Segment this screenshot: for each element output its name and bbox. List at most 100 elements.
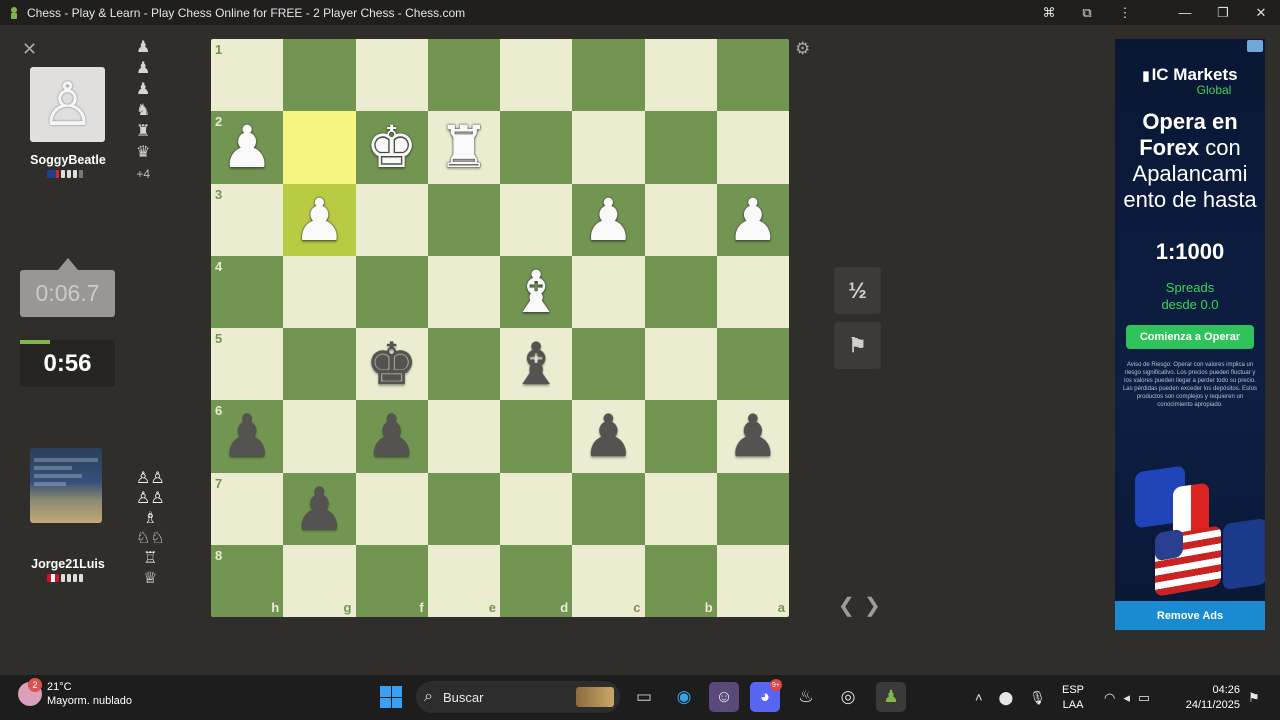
chess-board[interactable]: 1 2 ♟ ♚ ♜ 3 ♟ ♟ ♟ 4 ♝ 5 ♚ ♝ 6 ♟ ♟ ♟ ♟ 7 ♟ 8 h g f e d c b a [211, 39, 789, 617]
board-square[interactable]: ♝ [500, 328, 573, 401]
microphone-icon[interactable]: 🎙 [1029, 690, 1046, 706]
board-square[interactable]: 3 [211, 183, 284, 256]
ad-cta-button[interactable]: Comienza a Operar [1126, 325, 1254, 349]
white-pawn-icon[interactable]: ♟ [727, 191, 779, 249]
board-square[interactable]: ♝ [500, 255, 573, 328]
chess-app-icon[interactable]: ♟ [876, 682, 906, 712]
ad-banner[interactable]: ▮ IC Markets Global Opera en Forex con Ap… [1115, 39, 1265, 630]
board-square[interactable] [355, 472, 428, 545]
edge-icon[interactable]: ◉ [669, 682, 699, 712]
prev-move-arrow-icon[interactable]: ❮ [838, 593, 855, 618]
board-square[interactable] [283, 39, 356, 112]
board-square[interactable]: b [644, 544, 717, 617]
white-pawn-icon[interactable]: ♟ [582, 191, 634, 249]
remove-ads-button[interactable]: Remove Ads [1115, 601, 1265, 630]
board-square[interactable]: 1 [211, 39, 284, 112]
board-square[interactable] [500, 39, 573, 112]
board-square[interactable]: 6 ♟ [211, 400, 284, 473]
windows-start-icon[interactable] [380, 686, 402, 708]
board-square[interactable]: 4 [211, 255, 284, 328]
volume-icon[interactable]: ◂ [1123, 690, 1130, 706]
task-view-icon[interactable]: ▭ [629, 682, 659, 712]
board-square[interactable]: ♜ [427, 111, 500, 184]
board-square[interactable]: ♟ [283, 183, 356, 256]
extensions-icon[interactable]: ⧉ [1068, 0, 1106, 25]
white-pawn-icon[interactable]: ♟ [221, 118, 273, 176]
board-square[interactable]: 5 [211, 328, 284, 401]
notification-bell-icon[interactable]: ⚑ [1248, 675, 1260, 720]
board-square[interactable] [572, 472, 645, 545]
board-square[interactable] [283, 328, 356, 401]
board-square[interactable]: ♟ [572, 400, 645, 473]
black-bishop-icon[interactable]: ♝ [510, 335, 562, 393]
discord-icon[interactable]: ◕ 9+ [750, 679, 782, 712]
black-pawn-icon[interactable]: ♟ [727, 407, 779, 465]
board-square[interactable] [427, 39, 500, 112]
next-move-arrow-icon[interactable]: ❯ [864, 593, 881, 618]
board-square[interactable] [644, 328, 717, 401]
board-square[interactable]: 2 ♟ [211, 111, 284, 184]
board-square[interactable] [283, 400, 356, 473]
board-square[interactable] [644, 472, 717, 545]
offer-draw-button[interactable]: ½ [834, 267, 881, 314]
board-square[interactable] [427, 255, 500, 328]
black-pawn-icon[interactable]: ♟ [366, 407, 418, 465]
board-square[interactable] [572, 328, 645, 401]
board-square[interactable]: ♟ [355, 400, 428, 473]
wifi-icon[interactable]: ◠ [1104, 690, 1115, 706]
battery-icon[interactable]: ▭ [1138, 690, 1150, 706]
chevron-up-icon[interactable]: ˄ [975, 690, 983, 705]
taskbar-search[interactable]: ⌕ Buscar [416, 681, 620, 713]
top-player-username[interactable]: SoggyBeatle [22, 153, 114, 167]
board-square[interactable]: ♟ [716, 400, 789, 473]
board-square[interactable] [427, 183, 500, 256]
ad-choices-icon[interactable] [1247, 40, 1263, 52]
board-square[interactable]: ♟ [283, 472, 356, 545]
board-square[interactable] [716, 39, 789, 112]
board-square[interactable] [500, 111, 573, 184]
system-clock[interactable]: 04:26 24/11/2025 [1178, 683, 1240, 713]
board-square[interactable] [572, 255, 645, 328]
board-square[interactable]: 8h [211, 544, 284, 617]
white-rook-icon[interactable]: ♜ [438, 118, 490, 176]
board-square[interactable] [427, 472, 500, 545]
board-square[interactable] [283, 255, 356, 328]
bottom-player-username[interactable]: Jorge21Luis [22, 557, 114, 571]
board-square[interactable] [572, 39, 645, 112]
board-square[interactable] [500, 472, 573, 545]
board-square[interactable] [355, 183, 428, 256]
board-square[interactable] [716, 472, 789, 545]
board-square[interactable]: ♚ [355, 111, 428, 184]
black-pawn-icon[interactable]: ♟ [221, 407, 273, 465]
bottom-player-avatar[interactable] [30, 448, 102, 523]
close-window-button[interactable]: ✕ [1242, 0, 1280, 25]
translate-icon[interactable]: ⌘ [1030, 0, 1068, 25]
app-avatar-icon[interactable]: ☺ [709, 682, 739, 712]
board-square[interactable]: a [716, 544, 789, 617]
black-king-icon[interactable]: ♚ [366, 335, 418, 393]
black-pawn-icon[interactable]: ♟ [293, 480, 345, 538]
board-square[interactable] [427, 328, 500, 401]
board-square[interactable] [283, 111, 356, 184]
board-square[interactable] [644, 39, 717, 112]
board-square[interactable] [644, 111, 717, 184]
board-square[interactable] [427, 400, 500, 473]
board-square[interactable]: e [427, 544, 500, 617]
minimize-button[interactable]: — [1166, 0, 1204, 25]
maximize-button[interactable]: ❐ [1204, 0, 1242, 25]
resign-button[interactable]: ⚑ [834, 322, 881, 369]
menu-dots-icon[interactable]: ⋮ [1106, 0, 1144, 25]
board-square[interactable] [716, 111, 789, 184]
board-square[interactable] [644, 255, 717, 328]
board-square[interactable] [716, 255, 789, 328]
obs-icon[interactable]: ◎ [833, 682, 863, 712]
board-square[interactable] [644, 400, 717, 473]
board-square[interactable]: 7 [211, 472, 284, 545]
white-king-icon[interactable]: ♚ [366, 118, 418, 176]
board-square[interactable]: ♚ [355, 328, 428, 401]
board-square[interactable] [355, 255, 428, 328]
board-square[interactable]: g [283, 544, 356, 617]
gear-icon[interactable]: ⚙ [795, 39, 810, 59]
top-player-avatar[interactable]: ♙ [30, 67, 105, 142]
board-square[interactable] [500, 400, 573, 473]
